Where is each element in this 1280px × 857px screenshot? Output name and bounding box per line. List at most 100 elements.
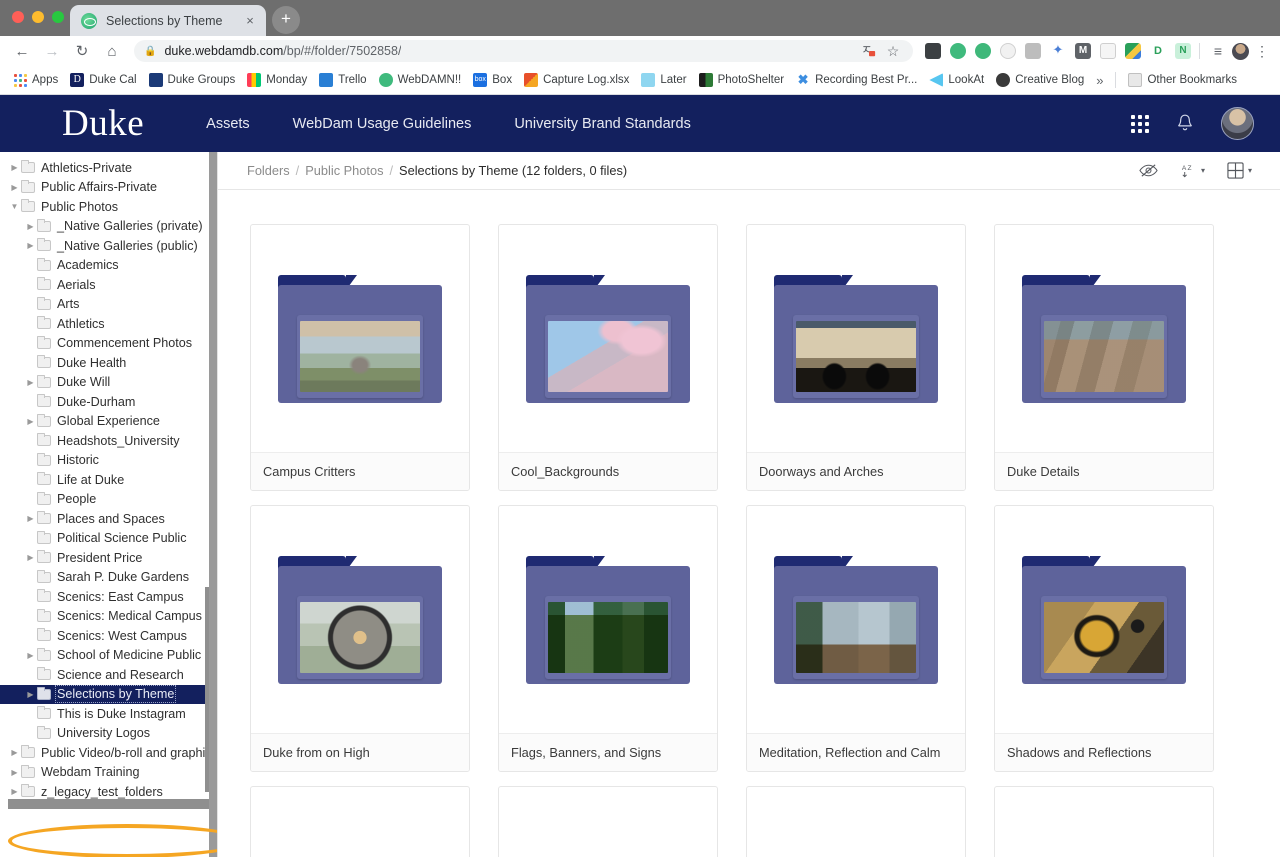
sidebar-item-public-affairs-private[interactable]: ▶ Public Affairs-Private [0, 178, 217, 198]
nav-item-university-brand-standards[interactable]: University Brand Standards [514, 116, 691, 132]
folder-card[interactable]: Duke from on High [250, 505, 470, 772]
chevron-right-icon[interactable]: ▶ [24, 646, 37, 666]
extension-icon-n[interactable]: N [1175, 43, 1191, 59]
sidebar-item-life-at-duke[interactable]: Life at Duke [0, 470, 217, 490]
folder-card-partial[interactable] [498, 786, 718, 857]
chevron-right-icon[interactable]: ▶ [8, 743, 21, 763]
apps-grid-icon[interactable] [1131, 114, 1149, 133]
extension-icon-drop[interactable] [975, 43, 991, 59]
sidebar-item-places-and-spaces[interactable]: ▶ Places and Spaces [0, 509, 217, 529]
chevron-right-icon[interactable]: ▶ [24, 412, 37, 432]
close-window-button[interactable] [12, 11, 24, 23]
sidebar-item-global-experience[interactable]: ▶ Global Experience [0, 412, 217, 432]
folder-card[interactable]: Cool_Backgrounds [498, 224, 718, 491]
chevron-right-icon[interactable]: ▶ [8, 178, 21, 198]
home-button[interactable]: ⌂ [98, 37, 126, 65]
address-bar[interactable]: 🔒 duke.webdamdb.com/bp/#/folder/7502858/… [134, 40, 913, 62]
chevron-down-icon[interactable]: ▾ [1201, 166, 1205, 175]
chevron-down-icon[interactable]: ▾ [1248, 166, 1252, 175]
breadcrumb-item-public-photos[interactable]: Public Photos [305, 163, 383, 178]
folder-card-partial[interactable] [250, 786, 470, 857]
sidebar-item-sarah-p-duke-gardens[interactable]: Sarah P. Duke Gardens [0, 568, 217, 588]
profile-avatar-icon[interactable] [1230, 42, 1250, 60]
bookmark-duke-cal[interactable]: D Duke Cal [64, 70, 142, 90]
chevron-right-icon[interactable]: ▶ [24, 548, 37, 568]
folder-thumbnail[interactable] [251, 225, 469, 452]
chevron-right-icon[interactable]: ▶ [24, 236, 37, 256]
media-list-icon[interactable]: ≡ [1208, 43, 1228, 59]
sidebar-item-headshots-university[interactable]: Headshots_University [0, 431, 217, 451]
chevron-right-icon[interactable]: ▶ [24, 509, 37, 529]
bookmark-capture-log[interactable]: Capture Log.xlsx [518, 70, 635, 90]
sidebar-item-scenics-west-campus[interactable]: Scenics: West Campus [0, 626, 217, 646]
maximize-window-button[interactable] [52, 11, 64, 23]
breadcrumb-item-folders[interactable]: Folders [247, 163, 290, 178]
sidebar-item-commencement-photos[interactable]: Commencement Photos [0, 334, 217, 354]
bookmark-monday[interactable]: Monday [241, 70, 313, 90]
sidebar-item-public-photos[interactable]: ▼ Public Photos [0, 197, 217, 217]
close-icon[interactable]: × [242, 13, 258, 29]
bookmark-duke-groups[interactable]: Duke Groups [143, 70, 242, 90]
extension-icon-grammarly[interactable] [950, 43, 966, 59]
eye-off-icon[interactable] [1139, 163, 1158, 178]
reload-button[interactable]: ↻ [68, 37, 96, 65]
sidebar-item-president-price[interactable]: ▶ President Price [0, 548, 217, 568]
translate-icon[interactable] [859, 44, 879, 58]
back-button[interactable]: ← [8, 37, 36, 65]
nav-item-webdam-usage-guidelines[interactable]: WebDam Usage Guidelines [293, 116, 472, 132]
extension-icon-dots[interactable] [925, 43, 941, 59]
sidebar-item-native-galleries-public[interactable]: ▶ _Native Galleries (public) [0, 236, 217, 256]
extension-icons[interactable]: ✦ M D N [921, 43, 1191, 59]
folder-tree-sidebar[interactable]: ▶ Athletics-Private ▶ Public Affairs-Privat… [0, 152, 218, 857]
sidebar-item-athletics[interactable]: Athletics [0, 314, 217, 334]
folder-card[interactable]: Shadows and Reflections [994, 505, 1214, 772]
forward-button[interactable]: → [38, 37, 66, 65]
folder-thumbnail[interactable] [499, 225, 717, 452]
folder-card[interactable]: Campus Critters [250, 224, 470, 491]
sidebar-item-political-science-public[interactable]: Political Science Public [0, 529, 217, 549]
bookmark-recording-best-practices[interactable]: ✖ Recording Best Pr... [790, 70, 923, 90]
sidebar-item-scenics-east-campus[interactable]: Scenics: East Campus [0, 587, 217, 607]
chevron-down-icon[interactable]: ▼ [8, 197, 21, 217]
chevron-right-icon[interactable]: ▶ [8, 763, 21, 783]
bookmark-star-icon[interactable]: ☆ [883, 43, 903, 60]
folder-thumbnail[interactable] [747, 225, 965, 452]
folder-thumbnail[interactable] [251, 506, 469, 733]
chevron-right-icon[interactable]: ▶ [24, 685, 37, 705]
duke-logo[interactable]: Duke [62, 105, 144, 142]
extension-icon-circle[interactable] [1000, 43, 1016, 59]
extension-icon-gray[interactable] [1025, 43, 1041, 59]
panel-resize-handle[interactable] [209, 152, 217, 857]
sidebar-item-selections-by-theme[interactable]: ▶ Selections by Theme [0, 684, 217, 705]
nav-item-assets[interactable]: Assets [206, 116, 250, 132]
sidebar-item-public-video-b-roll-and-graphic[interactable]: ▶ Public Video/b-roll and graphic [0, 743, 217, 763]
sidebar-item-duke-will[interactable]: ▶ Duke Will [0, 373, 217, 393]
browser-menu-icon[interactable]: ⋮ [1252, 43, 1272, 60]
extension-icon-d[interactable]: D [1150, 43, 1166, 59]
chevron-right-icon[interactable]: ▶ [8, 158, 21, 178]
sidebar-item-athletics-private[interactable]: ▶ Athletics-Private [0, 158, 217, 178]
folder-thumbnail[interactable] [995, 225, 1213, 452]
folder-card[interactable]: Duke Details [994, 224, 1214, 491]
folder-card[interactable]: Flags, Banners, and Signs [498, 505, 718, 772]
bookmark-box[interactable]: box Box [467, 70, 518, 90]
window-controls[interactable] [12, 11, 64, 23]
sidebar-item-duke-durham[interactable]: Duke-Durham [0, 392, 217, 412]
browser-tab[interactable]: Selections by Theme × [70, 5, 266, 36]
bookmark-apps[interactable]: Apps [8, 71, 64, 90]
folder-card[interactable]: Meditation, Reflection and Calm [746, 505, 966, 772]
dropbox-icon[interactable]: ✦ [1050, 43, 1066, 59]
sidebar-item-native-galleries-private[interactable]: ▶ _Native Galleries (private) [0, 217, 217, 237]
sort-az-button[interactable]: AZ ▾ [1180, 163, 1205, 179]
folder-card-partial[interactable] [746, 786, 966, 857]
sidebar-item-academics[interactable]: Academics [0, 256, 217, 276]
minimize-window-button[interactable] [32, 11, 44, 23]
chevron-right-icon[interactable]: ▶ [24, 217, 37, 237]
sidebar-item-duke-health[interactable]: Duke Health [0, 353, 217, 373]
bookmark-webdam[interactable]: WebDAMN!! [373, 70, 468, 90]
sidebar-item-webdam-training[interactable]: ▶ Webdam Training [0, 763, 217, 783]
sidebar-item-school-of-medicine-public[interactable]: ▶ School of Medicine Public [0, 646, 217, 666]
bookmark-creative-blog[interactable]: Creative Blog [990, 70, 1090, 90]
extension-icon-m[interactable]: M [1075, 43, 1091, 59]
avatar[interactable] [1221, 107, 1254, 140]
